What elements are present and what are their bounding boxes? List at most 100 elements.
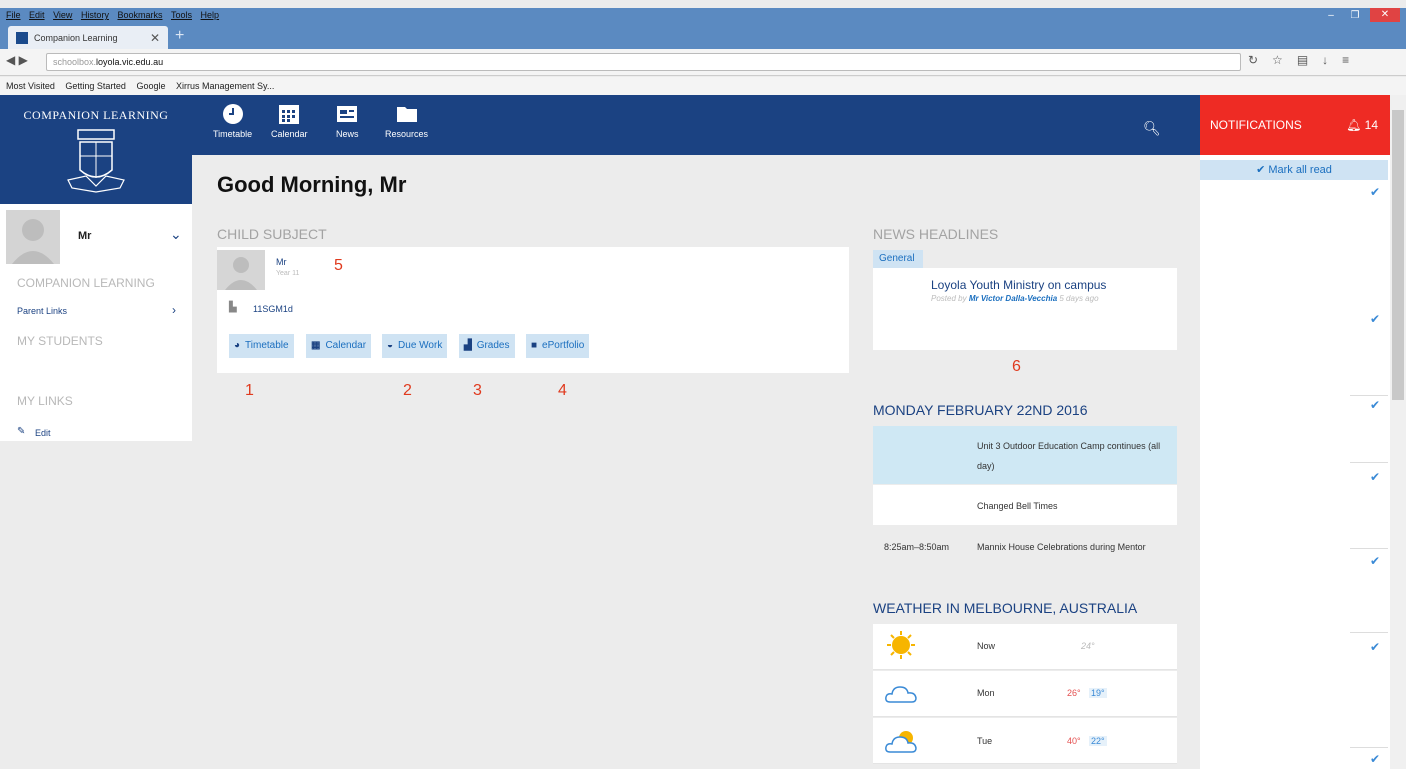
- bar-chart-icon: ▟: [464, 340, 472, 351]
- child-timetable-button[interactable]: ◕ Timetable: [229, 334, 294, 358]
- mark-all-read-button[interactable]: ✔ Mark all read: [1200, 160, 1388, 180]
- calendar-icon: ▦: [311, 340, 321, 351]
- annotation-1: 1: [245, 382, 254, 399]
- nav-timetable-label: Timetable: [213, 129, 253, 139]
- child-grades-button[interactable]: ▟ Grades: [459, 334, 515, 358]
- menu-file[interactable]: File: [6, 8, 21, 22]
- browser-tab[interactable]: Companion Learning ✕: [8, 26, 168, 49]
- notification-check-icon[interactable]: ✔: [1370, 470, 1380, 484]
- notifications-header[interactable]: NOTIFICATIONS 🔔︎ 14: [1200, 95, 1390, 155]
- notification-check-icon[interactable]: ✔: [1370, 312, 1380, 326]
- avatar: [6, 210, 60, 264]
- notification-check-icon[interactable]: ✔: [1370, 554, 1380, 568]
- child-calendar-button[interactable]: ▦ Calendar: [306, 334, 372, 358]
- menu-edit[interactable]: Edit: [29, 8, 45, 22]
- annotation-5: 5: [334, 257, 343, 274]
- child-name-link[interactable]: Mr: [276, 257, 287, 267]
- child-class-link[interactable]: 11SGM1d: [253, 304, 293, 314]
- partly-sunny-icon: [885, 731, 917, 753]
- chevron-down-icon[interactable]: ⌄: [170, 226, 182, 243]
- child-timetable-label: Timetable: [245, 340, 289, 351]
- notification-check-icon[interactable]: ✔: [1370, 640, 1380, 654]
- sidebar-item-parent-links[interactable]: Parent Links: [17, 306, 67, 316]
- profile-name: Mr: [78, 230, 92, 242]
- search-icon[interactable]: 🔍︎: [1143, 120, 1161, 137]
- notification-check-icon[interactable]: ✔: [1370, 752, 1380, 766]
- cloud-icon: [885, 686, 917, 703]
- calendar-event-title: Changed Bell Times: [977, 501, 1058, 511]
- window-controls: – ❐ ✕: [1322, 8, 1400, 22]
- child-eportfolio-button[interactable]: ■ ePortfolio: [526, 334, 590, 358]
- sidebar-heading-companion: COMPANION LEARNING: [17, 276, 155, 290]
- brand-name: COMPANION LEARNING: [23, 108, 169, 122]
- close-window-icon[interactable]: ✕: [1370, 8, 1400, 22]
- sidebar-links: [0, 266, 192, 441]
- scrollbar-thumb[interactable]: [1392, 110, 1404, 400]
- weather-row: [873, 718, 1177, 764]
- mark-all-read-label: Mark all read: [1268, 164, 1332, 176]
- url-host-prefix: schoolbox.: [53, 57, 97, 67]
- news-author[interactable]: Mr Victor Dalla-Vecchia: [969, 294, 1057, 303]
- building-icon: ▙: [229, 302, 237, 313]
- nav-resources[interactable]: Resources: [385, 103, 428, 139]
- notification-divider: [1350, 395, 1388, 396]
- sidebar-item-edit[interactable]: Edit: [35, 428, 51, 438]
- sun-icon: [887, 631, 915, 659]
- browser-tabbar: [0, 22, 1406, 49]
- bookmark-most-visited[interactable]: Most Visited: [6, 81, 55, 91]
- weather-row: [873, 624, 1177, 670]
- maximize-icon[interactable]: ❐: [1346, 10, 1364, 21]
- news-item-title[interactable]: Loyola Youth Ministry on campus: [931, 278, 1106, 292]
- news-age: 5 days ago: [1059, 294, 1099, 303]
- bookmark-google[interactable]: Google: [136, 81, 165, 91]
- weather-day: Mon: [977, 688, 995, 698]
- back-forward-buttons[interactable]: ◀ ▶: [6, 53, 28, 67]
- news-tab-general[interactable]: General: [873, 250, 923, 268]
- pencil-icon: ✎: [17, 426, 26, 437]
- inbox-icon: ◒: [387, 340, 394, 351]
- news-icon: [337, 106, 358, 122]
- calendar-event-time: 8:25am–8:50am: [884, 542, 950, 552]
- bookmark-getting-started[interactable]: Getting Started: [65, 81, 126, 91]
- menu-bookmarks[interactable]: Bookmarks: [117, 8, 162, 22]
- weather-low: 22°: [1089, 736, 1107, 746]
- minimize-icon[interactable]: –: [1322, 10, 1340, 21]
- url-bar[interactable]: schoolbox.loyola.vic.edu.au: [46, 53, 1241, 71]
- calendar-icon: [279, 105, 300, 124]
- menu-view[interactable]: View: [53, 8, 72, 22]
- annotation-4: 4: [558, 382, 567, 399]
- nav-calendar[interactable]: Calendar: [271, 103, 308, 139]
- notification-check-icon[interactable]: ✔: [1370, 398, 1380, 412]
- bookmark-xirrus[interactable]: Xirrus Management Sy...: [176, 81, 274, 91]
- news-posted-by: Posted by: [931, 294, 967, 303]
- news-item-meta: Posted by Mr Victor Dalla-Vecchia 5 days…: [931, 294, 1099, 303]
- menu-tools[interactable]: Tools: [171, 8, 192, 22]
- menu-help[interactable]: Help: [201, 8, 220, 22]
- menu-history[interactable]: History: [81, 8, 109, 22]
- notification-divider: [1350, 632, 1388, 633]
- child-due-work-button[interactable]: ◒ Due Work: [382, 334, 448, 358]
- notification-divider: [1350, 462, 1388, 463]
- nav-news[interactable]: News: [336, 103, 359, 139]
- child-grades-label: Grades: [476, 340, 510, 351]
- notification-divider: [1350, 548, 1388, 549]
- tab-close-icon[interactable]: ✕: [150, 31, 160, 45]
- weather-high: 26°: [1067, 688, 1081, 698]
- tab-title: Companion Learning: [34, 32, 118, 43]
- child-calendar-label: Calendar: [325, 340, 367, 351]
- notifications-count-value: 14: [1364, 118, 1378, 132]
- notification-check-icon[interactable]: ✔: [1370, 185, 1380, 199]
- notifications-title: NOTIFICATIONS: [1210, 118, 1302, 132]
- browser-toolbar-icons[interactable]: ↻☆▤↓≡: [1248, 53, 1363, 67]
- nav-timetable[interactable]: Timetable: [213, 103, 252, 139]
- weather-row: [873, 671, 1177, 717]
- weather-day: Now: [977, 641, 996, 651]
- child-due-work-label: Due Work: [398, 340, 443, 351]
- nav-news-label: News: [336, 129, 359, 139]
- new-tab-icon[interactable]: +: [175, 27, 184, 45]
- sidebar-heading-links: MY LINKS: [17, 394, 73, 408]
- chevron-right-icon[interactable]: ›: [172, 303, 176, 317]
- weather-high: 40°: [1067, 736, 1081, 746]
- notifications-count: 🔔︎ 14: [1346, 118, 1378, 132]
- child-year: Year 11: [276, 270, 300, 277]
